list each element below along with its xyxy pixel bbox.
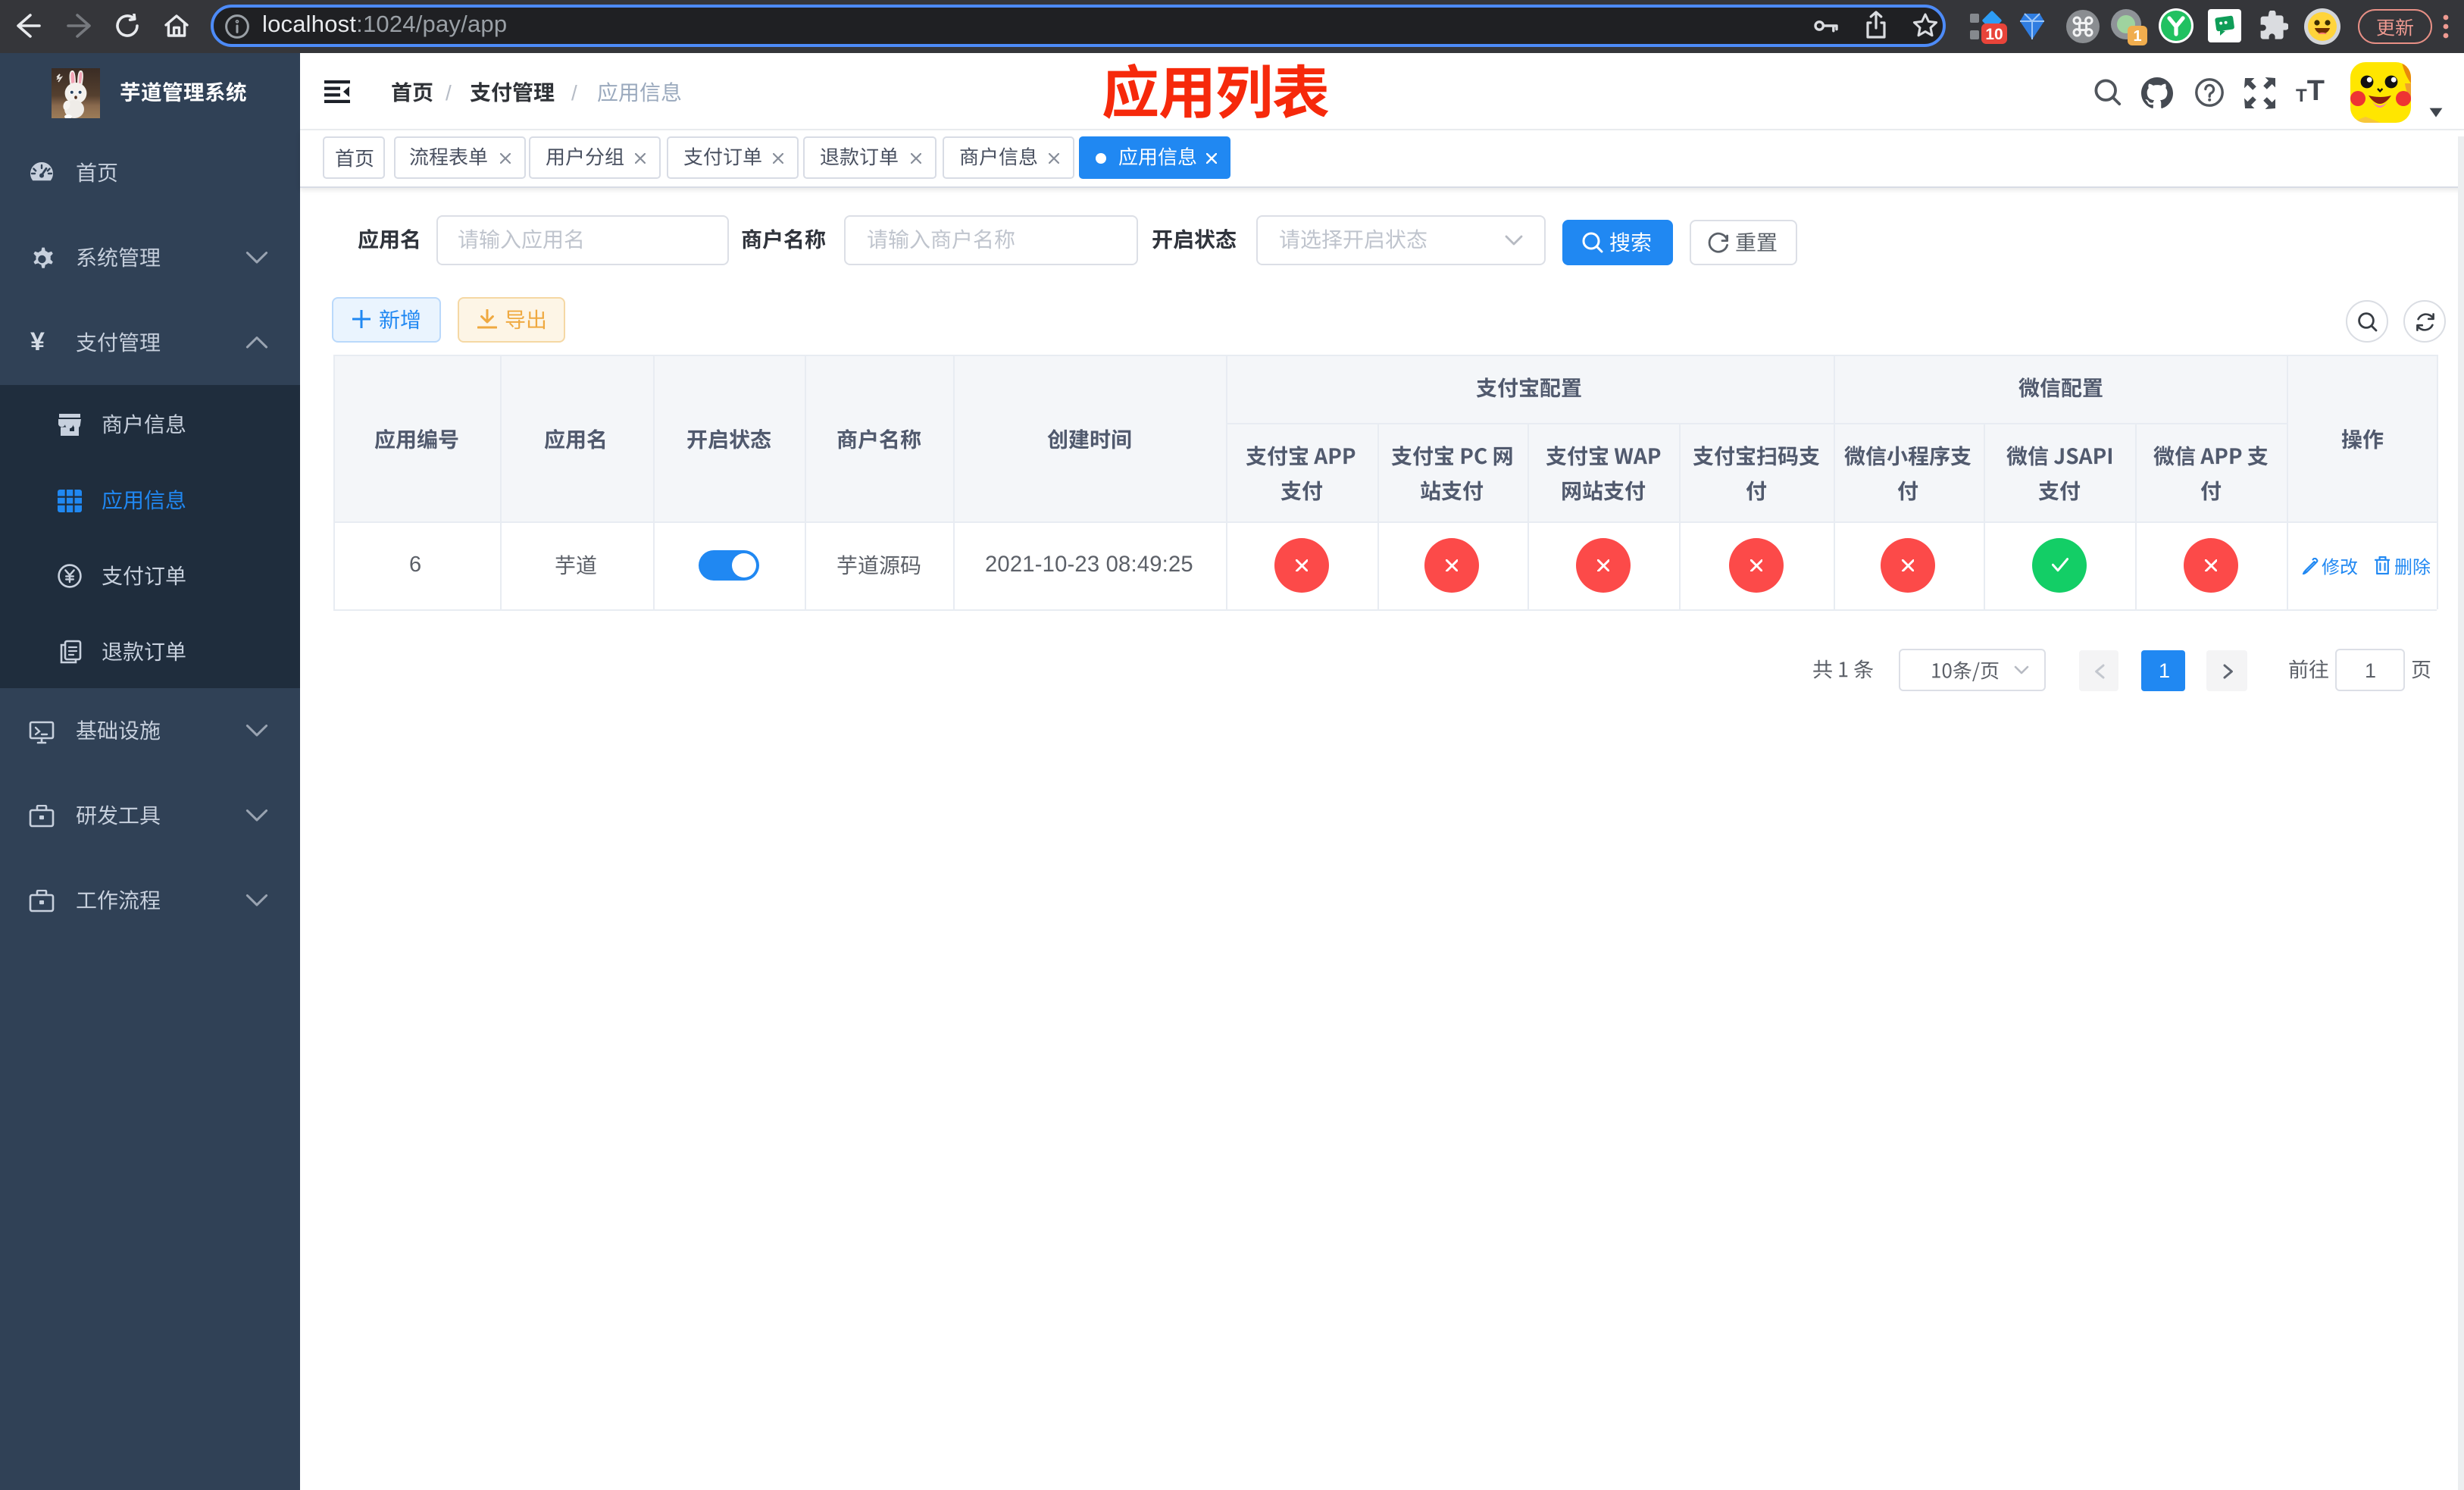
svg-text:10: 10 — [1985, 26, 2003, 43]
svg-text:1: 1 — [2133, 28, 2141, 45]
